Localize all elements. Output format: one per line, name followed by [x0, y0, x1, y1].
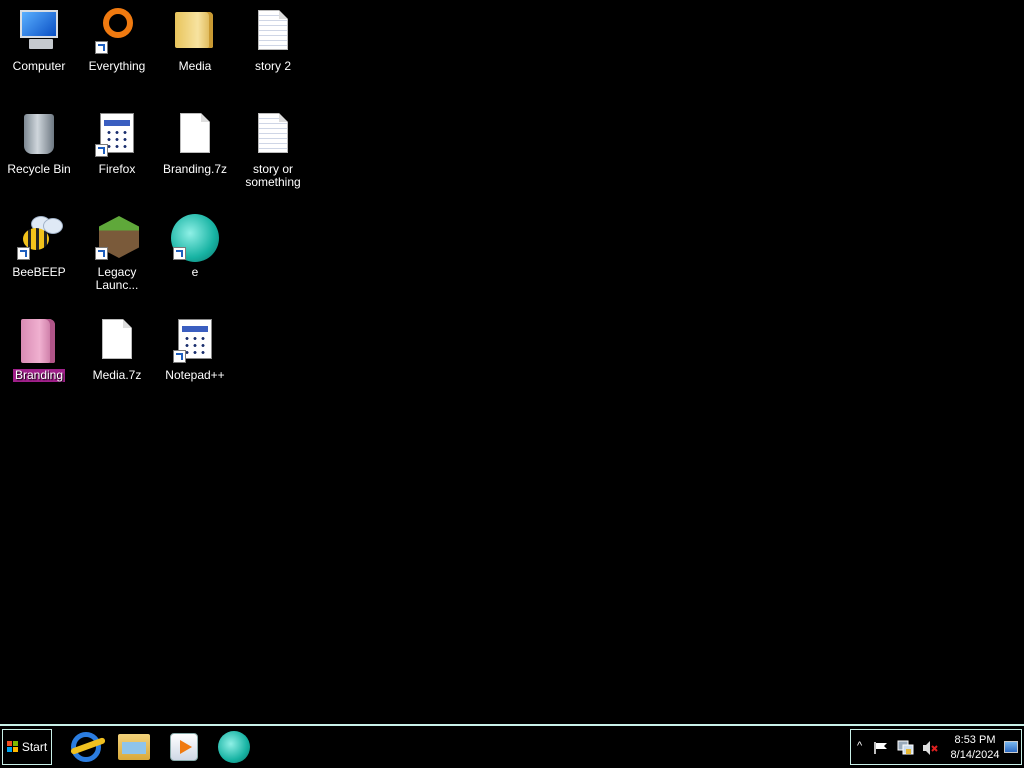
desktop-icon-beebeep[interactable]: BeeBEEP — [1, 214, 77, 279]
internet-explorer-icon — [71, 732, 101, 762]
desktop-icon-label: Everything — [88, 59, 146, 73]
desktop-icon-e[interactable]: e — [157, 214, 233, 279]
desktop-icon-firefox[interactable]: Firefox — [79, 111, 155, 176]
teal-app-icon — [171, 214, 219, 262]
grass-block-icon — [93, 214, 141, 262]
clock-date: 8/14/2024 — [950, 749, 1000, 761]
desktop-icon-label: Firefox — [98, 162, 136, 176]
desktop-icon-media-7z[interactable]: Media.7z — [79, 317, 155, 382]
clock-time: 8:53 PM — [954, 734, 996, 746]
computer-icon — [15, 8, 63, 56]
folder-icon — [171, 8, 219, 56]
desktop-icon-story-2[interactable]: story 2 — [235, 8, 311, 73]
taskbar: Start ^ 8:53 PM 8/14/2024 — [0, 724, 1024, 768]
start-label: Start — [21, 740, 48, 754]
system-clock[interactable]: 8:53 PM 8/14/2024 — [947, 733, 1003, 763]
media-player-icon — [170, 733, 198, 761]
desktop-icon-label: BeeBEEP — [12, 265, 66, 279]
start-button[interactable]: Start — [2, 729, 52, 765]
taskbar-teal-app[interactable] — [216, 730, 252, 764]
bee-icon — [15, 214, 63, 262]
show-hidden-icons-chevron[interactable]: ^ — [857, 740, 862, 752]
desktop-icon-label: Notepad++ — [165, 368, 225, 382]
shortcut-arrow-icon — [95, 247, 108, 260]
shortcut-arrow-icon — [173, 247, 186, 260]
desktop-icon-label: Legacy Launc... — [95, 265, 139, 292]
desktop-icon-label: story 2 — [254, 59, 291, 73]
desktop-icon-label: Media — [178, 59, 212, 73]
action-center-flag-icon[interactable] — [873, 741, 889, 755]
taskbar-media-player[interactable] — [166, 730, 202, 764]
desktop[interactable]: Computer Recycle Bin BeeBEEP Branding Ev… — [0, 0, 1024, 724]
desktop-icon-label: Media.7z — [92, 368, 142, 382]
network-icon[interactable] — [897, 740, 915, 756]
blank-document-icon — [93, 317, 141, 365]
desktop-icon-label: e — [191, 265, 199, 279]
desktop-icon-label: Recycle Bin — [7, 162, 71, 176]
desktop-icon-legacy-launcher[interactable]: Legacy Launc... — [79, 214, 155, 292]
application-icon — [171, 317, 219, 365]
recycle-bin-icon — [15, 111, 63, 159]
desktop-icon-branding-7z[interactable]: Branding.7z — [157, 111, 233, 176]
desktop-icon-story-or-something[interactable]: story or something — [235, 111, 311, 189]
desktop-icon-label: Branding.7z — [162, 162, 228, 176]
shortcut-arrow-icon — [95, 144, 108, 157]
system-tray: ^ 8:53 PM 8/14/2024 — [850, 729, 1022, 765]
desktop-icon-recycle-bin[interactable]: Recycle Bin — [1, 111, 77, 176]
volume-muted-icon[interactable] — [921, 740, 939, 756]
desktop-icon-branding-folder[interactable]: Branding — [1, 317, 77, 382]
taskbar-internet-explorer[interactable] — [67, 730, 103, 764]
text-document-icon — [249, 8, 297, 56]
everything-icon — [93, 8, 141, 56]
desktop-icon-label: story or something — [245, 162, 301, 189]
text-document-icon — [249, 111, 297, 159]
folder-icon — [15, 317, 63, 365]
file-explorer-icon — [118, 734, 150, 760]
desktop-icon-label: Computer — [12, 59, 66, 73]
windows-logo-icon — [6, 741, 19, 753]
desktop-icon-everything[interactable]: Everything — [79, 8, 155, 73]
desktop-icon-label: Branding — [12, 368, 66, 382]
teal-app-icon — [218, 731, 250, 763]
show-desktop-button[interactable] — [1004, 741, 1018, 753]
shortcut-arrow-icon — [95, 41, 108, 54]
shortcut-arrow-icon — [17, 247, 30, 260]
application-icon — [93, 111, 141, 159]
desktop-icon-notepad-plus-plus[interactable]: Notepad++ — [157, 317, 233, 382]
taskbar-file-explorer[interactable] — [116, 730, 152, 764]
shortcut-arrow-icon — [173, 350, 186, 363]
desktop-icon-computer[interactable]: Computer — [1, 8, 77, 73]
desktop-icon-media-folder[interactable]: Media — [157, 8, 233, 73]
blank-document-icon — [171, 111, 219, 159]
